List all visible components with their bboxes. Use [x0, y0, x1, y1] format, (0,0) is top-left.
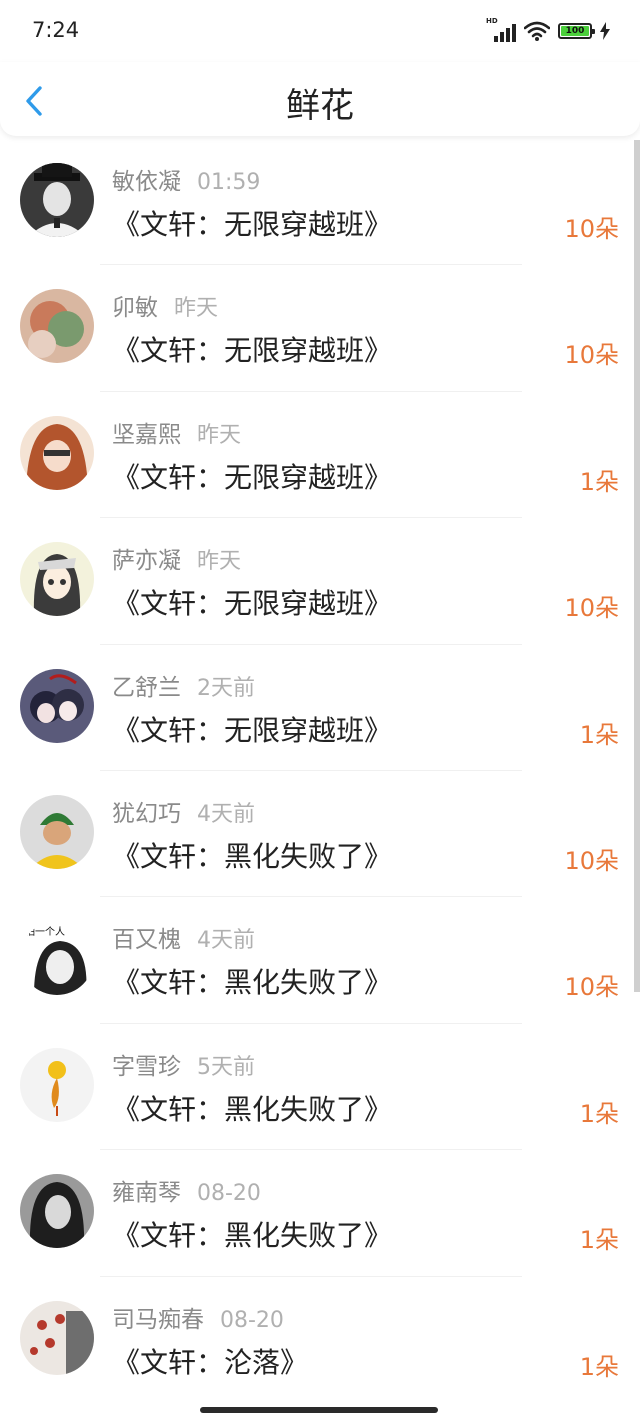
wifi-icon	[524, 21, 550, 41]
gift-list: 敏依凝 01:59 《文轩：无限穿越班》 10朵 卯敏 昨天 《文轩：无限穿越班》 …	[0, 139, 634, 1403]
list-item[interactable]: 司马痴春 08-20 《文轩：沦落》 1朵	[0, 1277, 634, 1403]
scrollbar[interactable]	[634, 140, 640, 992]
user-name: 坚嘉熙 昨天	[112, 421, 242, 448]
list-item[interactable]: 萨亦凝 昨天 《文轩：无限穿越班》 10朵	[0, 518, 634, 645]
user-name: 乙舒兰 2天前	[112, 674, 255, 701]
flower-count: 10朵	[564, 846, 619, 875]
user-name: 萨亦凝 昨天	[112, 548, 242, 575]
user-name: 字雪珍 5天前	[112, 1053, 255, 1080]
timestamp: 4天前	[197, 928, 255, 954]
charging-icon	[600, 22, 610, 40]
flower-count: 1朵	[579, 1099, 619, 1128]
page-title: 鲜花	[286, 86, 354, 126]
timestamp: 08-20	[197, 1181, 261, 1207]
avatar[interactable]	[20, 668, 94, 743]
home-indicator[interactable]	[200, 1407, 438, 1413]
avatar[interactable]	[20, 415, 94, 490]
user-name: 敏依凝 01:59	[112, 169, 261, 195]
book-title[interactable]: 《文轩：无限穿越班》	[112, 582, 392, 622]
avatar[interactable]	[20, 794, 94, 869]
list-item[interactable]: 字雪珍 5天前 《文轩：黑化失败了》 1朵	[0, 1024, 634, 1151]
battery-level: 100	[561, 26, 589, 36]
list-item[interactable]: 乙舒兰 2天前 《文轩：无限穿越班》 1朵	[0, 645, 634, 771]
avatar[interactable]	[20, 1174, 94, 1249]
list-item[interactable]: 卯敏 昨天 《文轩：无限穿越班》 10朵	[0, 265, 634, 392]
flower-count: 10朵	[564, 594, 619, 623]
book-title[interactable]: 《文轩：无限穿越班》	[112, 329, 392, 369]
flower-count: 10朵	[564, 341, 619, 370]
header: 鲜花	[0, 62, 640, 136]
book-title[interactable]: 《文轩：无限穿越班》	[112, 456, 392, 496]
timestamp: 昨天	[197, 549, 242, 575]
list-item[interactable]: 怕一个人 百又槐 4天前 《文轩：黑化失败了》 10朵	[0, 897, 634, 1024]
timestamp: 08-20	[220, 1307, 284, 1333]
avatar[interactable]: 怕一个人	[20, 921, 94, 996]
timestamp: 昨天	[197, 422, 242, 448]
book-title[interactable]: 《文轩：黑化失败了》	[112, 961, 392, 1001]
book-title[interactable]: 《文轩：黑化失败了》	[112, 835, 392, 875]
user-name: 犹幻巧 4天前	[112, 800, 255, 827]
timestamp: 5天前	[197, 1054, 255, 1080]
book-title[interactable]: 《文轩：黑化失败了》	[112, 1214, 392, 1254]
signal-icon: HD	[486, 17, 516, 42]
flower-count: 1朵	[579, 720, 619, 749]
book-title[interactable]: 《文轩：无限穿越班》	[112, 203, 392, 243]
battery-icon: 100	[558, 23, 595, 39]
book-title[interactable]: 《文轩：黑化失败了》	[112, 1088, 392, 1128]
status-time: 7:24	[32, 18, 80, 42]
timestamp: 01:59	[197, 170, 261, 195]
list-item[interactable]: 坚嘉熙 昨天 《文轩：无限穿越班》 1朵	[0, 392, 634, 519]
status-icons: HD 100	[486, 17, 610, 42]
user-name: 司马痴春 08-20	[112, 1306, 284, 1333]
avatar-caption: 怕一个人	[25, 925, 65, 938]
avatar[interactable]	[20, 1300, 94, 1375]
user-name: 百又槐 4天前	[112, 927, 255, 954]
list-item[interactable]: 雍南琴 08-20 《文轩：黑化失败了》 1朵	[0, 1150, 634, 1277]
timestamp: 2天前	[197, 675, 255, 701]
flower-count: 10朵	[564, 215, 619, 243]
user-name: 卯敏 昨天	[112, 295, 219, 322]
user-name: 雍南琴 08-20	[112, 1180, 261, 1207]
avatar[interactable]	[20, 542, 94, 617]
flower-count: 1朵	[579, 1352, 619, 1381]
book-title[interactable]: 《文轩：无限穿越班》	[112, 709, 392, 749]
list-item[interactable]: 犹幻巧 4天前 《文轩：黑化失败了》 10朵	[0, 771, 634, 898]
flower-count: 1朵	[579, 467, 619, 496]
status-bar: 7:24 HD 100	[0, 0, 640, 62]
avatar[interactable]	[20, 289, 94, 364]
flower-count: 10朵	[564, 973, 619, 1002]
list-item[interactable]: 敏依凝 01:59 《文轩：无限穿越班》 10朵	[0, 139, 634, 266]
avatar[interactable]	[20, 163, 94, 237]
book-title[interactable]: 《文轩：沦落》	[112, 1341, 308, 1381]
avatar[interactable]	[20, 1047, 94, 1122]
flower-count: 1朵	[579, 1226, 619, 1255]
timestamp: 昨天	[174, 296, 219, 322]
timestamp: 4天前	[197, 801, 255, 827]
